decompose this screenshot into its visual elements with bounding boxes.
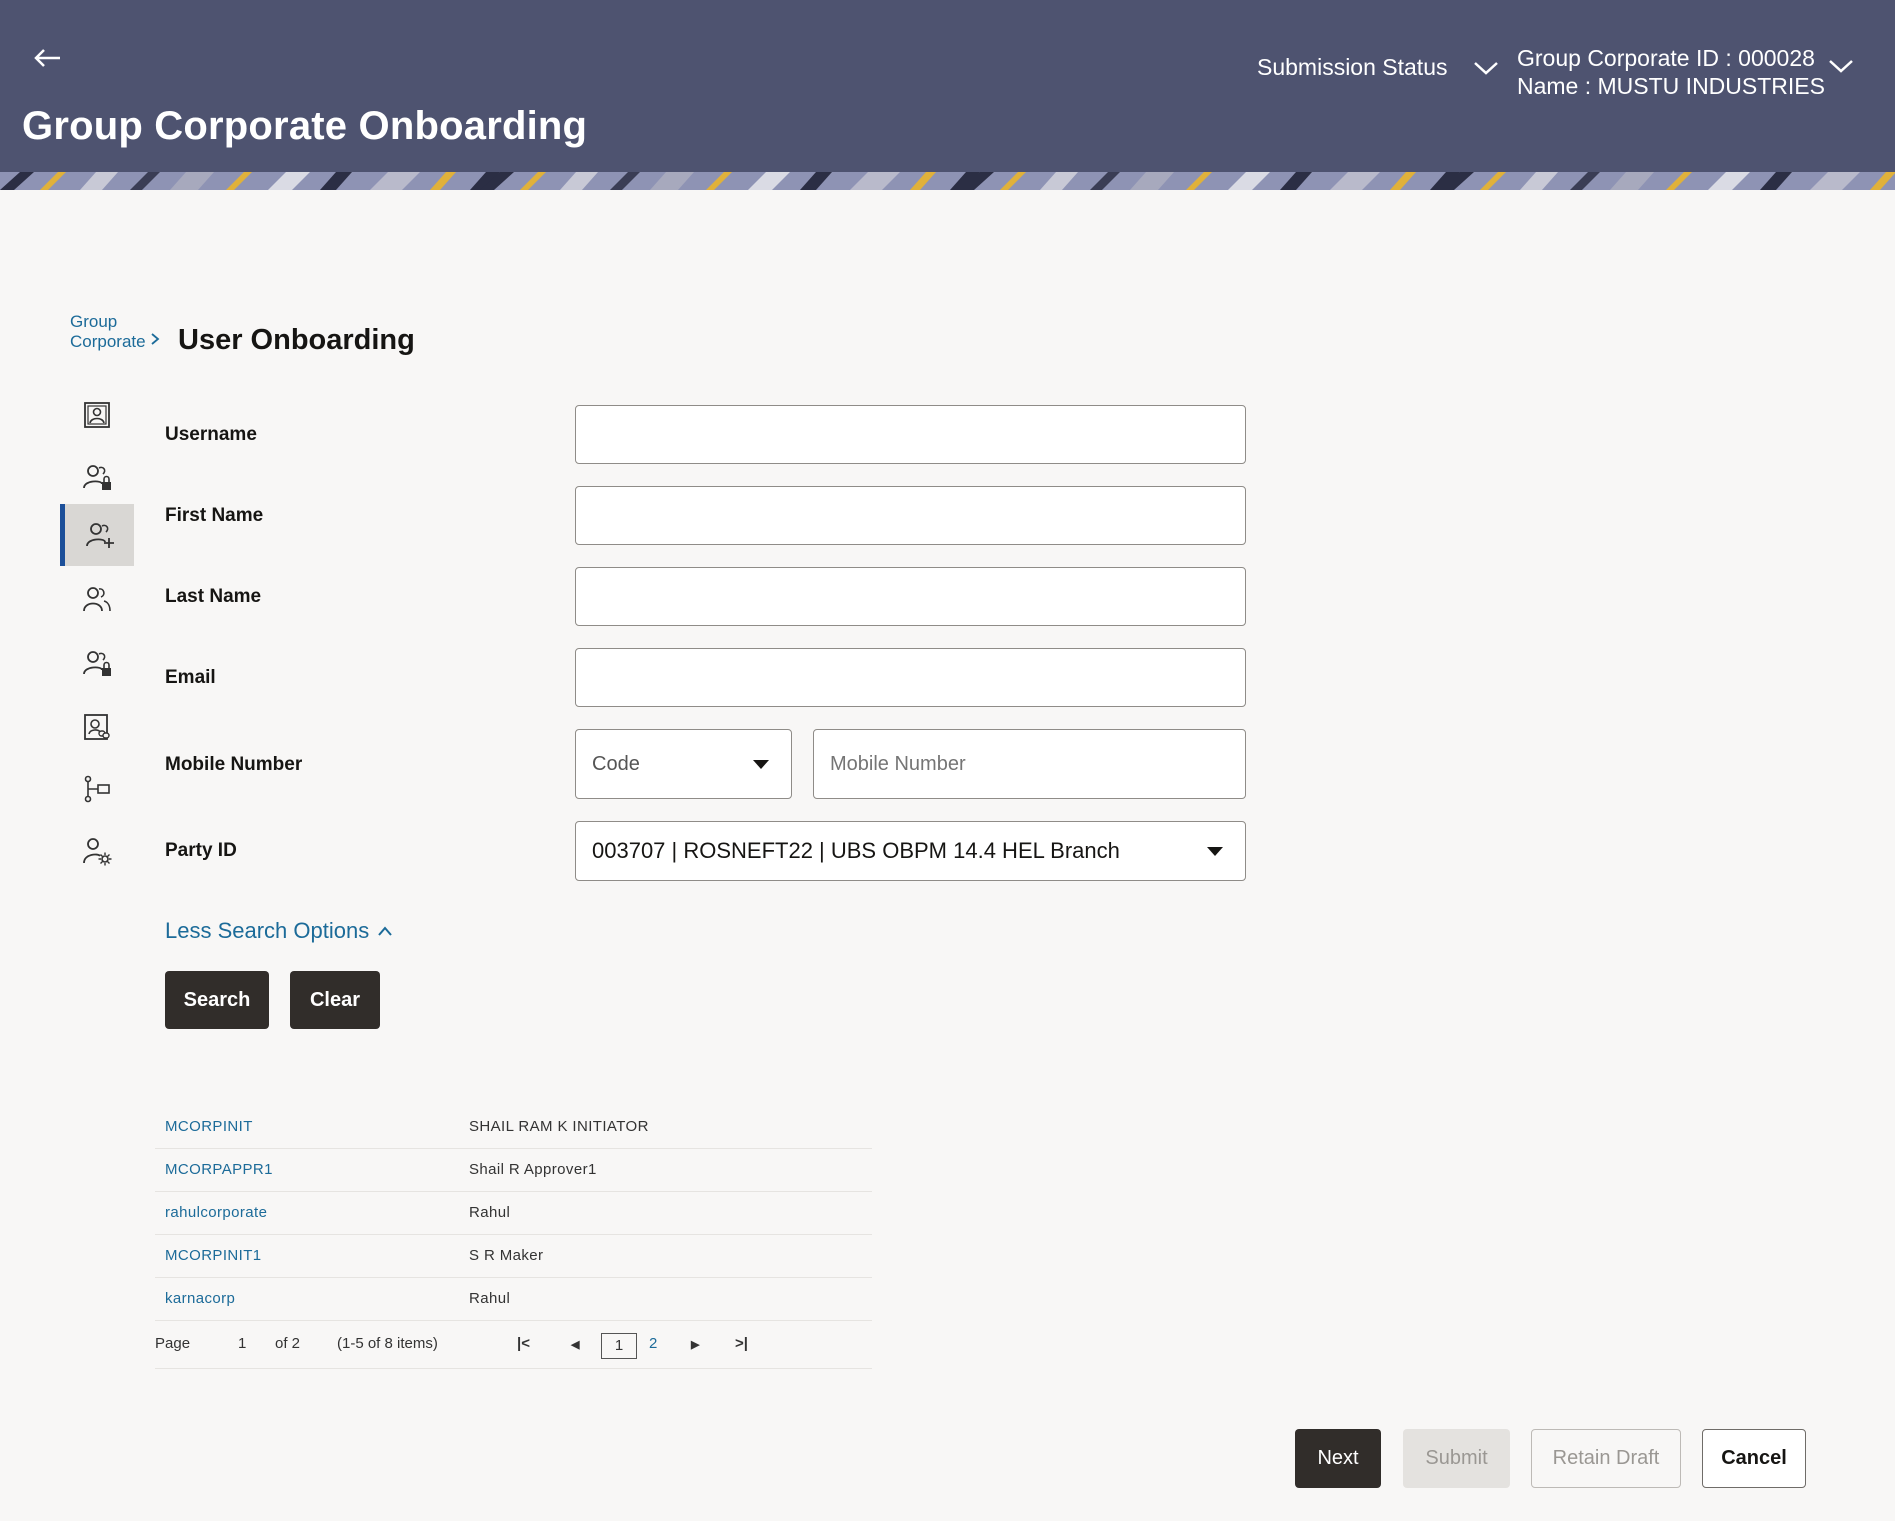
less-search-options-label: Less Search Options <box>165 918 370 943</box>
breadcrumb-current: User Onboarding <box>178 324 415 356</box>
page-button-2[interactable]: 2 <box>649 1335 657 1352</box>
email-label: Email <box>165 667 216 688</box>
previous-page-icon[interactable]: ◀ <box>571 1338 579 1351</box>
submission-status-dropdown[interactable]: Submission Status <box>1257 54 1499 81</box>
user-settings-icon <box>83 838 112 866</box>
table-row: rahulcorporate Rahul <box>155 1192 872 1235</box>
rail-step-user-access[interactable] <box>60 446 134 508</box>
last-name-input[interactable] <box>575 567 1246 626</box>
party-id-label: Party ID <box>165 840 237 861</box>
user-add-icon <box>85 523 114 548</box>
username-link[interactable]: rahulcorporate <box>165 1204 267 1221</box>
current-page-input[interactable]: 1 <box>238 1335 246 1352</box>
submit-button[interactable]: Submit <box>1403 1429 1510 1488</box>
retain-draft-button[interactable]: Retain Draft <box>1531 1429 1681 1488</box>
username-label: Username <box>165 424 257 445</box>
first-name-input[interactable] <box>575 486 1246 545</box>
results-table: MCORPINIT SHAIL RAM K INITIATOR MCORPAPP… <box>155 1106 872 1369</box>
back-arrow-icon[interactable] <box>30 44 64 72</box>
rail-step-user-settings[interactable] <box>60 820 134 882</box>
party-id-value: 003707 | ROSNEFT22 | UBS OBPM 14.4 HEL B… <box>592 838 1120 863</box>
email-input[interactable] <box>575 648 1246 707</box>
rail-step-document-link[interactable] <box>60 696 134 758</box>
mobile-number-label: Mobile Number <box>165 754 303 775</box>
rail-step-user-onboarding[interactable] <box>60 504 134 566</box>
items-range-label: (1-5 of 8 items) <box>337 1335 438 1352</box>
rail-step-user-access-2[interactable] <box>60 632 134 694</box>
profile-card-icon <box>84 402 110 428</box>
table-row: MCORPINIT1 S R Maker <box>155 1235 872 1278</box>
next-page-icon[interactable]: ▶ <box>691 1338 699 1351</box>
first-page-icon[interactable]: |< <box>517 1335 530 1352</box>
cancel-button[interactable]: Cancel <box>1702 1429 1806 1488</box>
page-button-current[interactable]: 1 <box>601 1333 637 1359</box>
users-icon <box>83 587 111 612</box>
user-full-name: Rahul <box>469 1290 511 1307</box>
user-full-name: S R Maker <box>469 1247 544 1264</box>
caret-down-icon <box>1207 847 1223 856</box>
mobile-number-input[interactable] <box>813 729 1246 799</box>
rail-step-hierarchy[interactable] <box>60 758 134 820</box>
chevron-right-icon <box>151 333 160 345</box>
last-name-label: Last Name <box>165 586 262 607</box>
less-search-options-link[interactable]: Less Search Options <box>165 918 393 944</box>
submission-status-label: Submission Status <box>1257 54 1448 80</box>
last-page-icon[interactable]: >| <box>735 1335 748 1352</box>
hierarchy-icon <box>84 775 110 803</box>
group-corporate-id: Group Corporate ID : 000028 <box>1517 45 1815 71</box>
search-button[interactable]: Search <box>165 971 269 1029</box>
document-link-icon <box>84 714 110 740</box>
username-link[interactable]: MCORPINIT <box>165 1118 253 1135</box>
rail-step-users[interactable] <box>60 568 134 630</box>
country-code-placeholder: Code <box>592 752 640 775</box>
user-full-name: Rahul <box>469 1204 511 1221</box>
user-full-name: Shail R Approver1 <box>469 1161 597 1178</box>
party-id-select[interactable]: 003707 | ROSNEFT22 | UBS OBPM 14.4 HEL B… <box>575 821 1246 881</box>
clear-button[interactable]: Clear <box>290 971 380 1029</box>
page-header: Group Corporate Onboarding Submission St… <box>0 0 1895 190</box>
first-name-label: First Name <box>165 505 264 526</box>
pagination-bar: Page 1 of 2 (1-5 of 8 items) |< ◀ 1 2 ▶ … <box>155 1321 872 1369</box>
caret-down-icon <box>753 760 769 769</box>
group-corporate-info: Group Corporate ID : 000028 Name : MUSTU… <box>1517 44 1825 100</box>
header-pattern-band <box>0 172 1895 190</box>
table-row: MCORPAPPR1 Shail R Approver1 <box>155 1149 872 1192</box>
breadcrumb-parent-link[interactable]: Group Corporate <box>70 312 150 352</box>
table-row: karnacorp Rahul <box>155 1278 872 1321</box>
total-pages-label: of 2 <box>275 1335 301 1352</box>
page-title: Group Corporate Onboarding <box>22 104 588 148</box>
user-lock-icon <box>83 465 111 490</box>
username-input[interactable] <box>575 405 1246 464</box>
user-lock-icon <box>83 651 111 676</box>
country-code-select[interactable]: Code <box>575 729 792 799</box>
page-label: Page <box>155 1335 191 1352</box>
username-link[interactable]: MCORPINIT1 <box>165 1247 262 1264</box>
group-corporate-name: Name : MUSTU INDUSTRIES <box>1517 73 1825 99</box>
user-full-name: SHAIL RAM K INITIATOR <box>469 1118 649 1135</box>
chevron-down-icon[interactable] <box>1828 58 1854 74</box>
username-link[interactable]: karnacorp <box>165 1290 235 1307</box>
username-link[interactable]: MCORPAPPR1 <box>165 1161 273 1178</box>
rail-step-profile[interactable] <box>60 384 134 446</box>
next-button[interactable]: Next <box>1295 1429 1381 1488</box>
chevron-up-icon <box>378 926 392 936</box>
table-row: MCORPINIT SHAIL RAM K INITIATOR <box>155 1106 872 1149</box>
chevron-down-icon <box>1474 61 1499 75</box>
